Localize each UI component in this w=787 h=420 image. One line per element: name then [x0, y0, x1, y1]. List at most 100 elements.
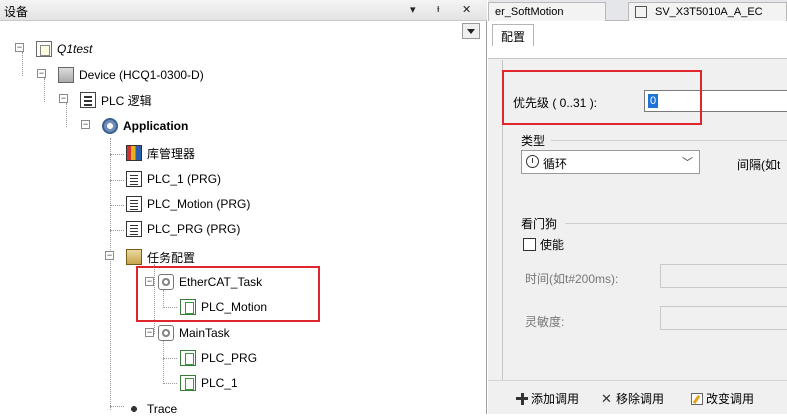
- device-icon: [58, 67, 74, 83]
- tree-item-trace[interactable]: Trace: [126, 398, 177, 420]
- tree-line: [22, 52, 23, 76]
- tree-item-label: PLC_PRG (PRG): [147, 222, 241, 236]
- application-icon: [102, 118, 118, 134]
- program-call-icon: [180, 375, 196, 391]
- chevron-down-icon: ﹀: [682, 157, 693, 169]
- enable-label: 使能: [540, 238, 565, 252]
- clock-icon: [526, 155, 539, 168]
- tree-item-label: 库管理器: [147, 146, 196, 161]
- add-call-label: 添加调用: [531, 392, 580, 406]
- editor-tabs: 配置: [488, 21, 787, 59]
- tree-item-program-call[interactable]: PLC_PRG: [180, 347, 257, 369]
- tree-line: [110, 138, 111, 410]
- collapse-icon[interactable]: −: [145, 328, 154, 337]
- close-icon: ✕: [601, 390, 612, 406]
- device-icon: [635, 6, 647, 18]
- enable-checkbox[interactable]: [523, 238, 536, 251]
- pou-icon: [126, 221, 142, 237]
- tree-item-label: Device (HCQ1-0300-D): [79, 68, 204, 82]
- edit-icon: [691, 392, 703, 405]
- sensitivity-input[interactable]: [660, 306, 787, 330]
- watchdog-group-label: 看门狗: [521, 217, 558, 231]
- tree-line: [44, 78, 45, 102]
- program-call-icon: [180, 350, 196, 366]
- tree-item-pou[interactable]: PLC_Motion (PRG): [126, 193, 250, 215]
- tree-item-pou[interactable]: PLC_1 (PRG): [126, 168, 221, 190]
- tree-item-project[interactable]: Q1test: [36, 38, 92, 60]
- tree-item-main-task[interactable]: MainTask: [158, 322, 230, 344]
- tree-dropdown-button[interactable]: [462, 23, 480, 39]
- collapse-icon[interactable]: −: [37, 69, 46, 78]
- tree-line: [110, 154, 124, 155]
- tab-config[interactable]: 配置: [492, 24, 535, 46]
- tree-item-label: PLC_1: [201, 376, 238, 390]
- tree-item-plc-logic[interactable]: PLC 逻辑: [80, 89, 152, 111]
- highlight-box: [502, 70, 702, 125]
- interval-label: 间隔(如t: [737, 158, 781, 172]
- tree-item-program-call[interactable]: PLC_1: [180, 372, 238, 394]
- sensitivity-label: 灵敏度:: [525, 315, 565, 329]
- collapse-icon[interactable]: −: [59, 94, 68, 103]
- tree-item-label: PLC_Motion (PRG): [147, 197, 251, 211]
- trace-icon: [126, 401, 142, 417]
- tree-item-label: PLC 逻辑: [101, 93, 152, 108]
- config-form: 优先级 ( 0..31 ): 0 类型 循环 ﹀ 间隔(如t 看门狗 使能 时间…: [502, 60, 787, 380]
- change-call-label: 改变调用: [706, 392, 755, 406]
- remove-call-button[interactable]: ✕ 移除调用: [601, 390, 664, 407]
- tree-line: [110, 406, 124, 407]
- type-select[interactable]: 循环 ﹀: [521, 150, 700, 174]
- remove-call-label: 移除调用: [616, 392, 665, 406]
- collapse-icon[interactable]: −: [81, 120, 90, 129]
- pou-icon: [126, 196, 142, 212]
- document-tab-label: er_SoftMotion: [495, 6, 564, 18]
- time-label: 时间(如t#200ms):: [525, 272, 619, 286]
- type-select-value: 循环: [543, 157, 568, 171]
- tree-item-label: PLC_PRG: [201, 351, 258, 365]
- tree-line: [163, 340, 164, 384]
- tree-item-label: 任务配置: [147, 250, 196, 265]
- panel-title: 设备: [4, 5, 29, 19]
- add-call-button[interactable]: 添加调用: [516, 390, 579, 407]
- tree-line: [163, 358, 177, 359]
- tree-line: [110, 230, 124, 231]
- pou-icon: [126, 171, 142, 187]
- collapse-icon[interactable]: −: [105, 251, 114, 260]
- time-input[interactable]: [660, 264, 787, 288]
- task-config-icon: [126, 249, 142, 265]
- dropdown-icon[interactable]: ▾: [410, 3, 416, 16]
- plus-icon: [516, 392, 528, 405]
- tree-item-label: PLC_1 (PRG): [147, 172, 222, 186]
- panel-header: 设备 ▾ ᵻ ✕: [0, 0, 487, 21]
- document-tab[interactable]: er_SoftMotion: [488, 2, 606, 21]
- tree-item-application[interactable]: Application: [102, 115, 188, 137]
- tree-line: [110, 180, 124, 181]
- call-toolbar: 添加调用 ✕ 移除调用 改变调用: [488, 380, 787, 414]
- tree-item-task-config[interactable]: 任务配置: [126, 246, 195, 268]
- close-icon[interactable]: ✕: [462, 3, 471, 16]
- plc-logic-icon: [80, 92, 96, 108]
- highlight-box: [136, 266, 320, 322]
- library-icon: [126, 145, 142, 161]
- tree-item-label: MainTask: [179, 326, 230, 340]
- document-tab-label: SV_X3T5010A_A_EC: [655, 6, 763, 18]
- device-tree-panel: 设备 ▾ ᵻ ✕ − Q1test − Device (HCQ1-0300-D)…: [0, 0, 487, 417]
- document-tab[interactable]: SV_X3T5010A_A_EC: [628, 2, 787, 21]
- tree-item-pou[interactable]: PLC_PRG (PRG): [126, 218, 240, 240]
- task-editor-panel: er_SoftMotion SV_X3T5010A_A_EC 配置 优先级 ( …: [488, 0, 787, 414]
- collapse-icon[interactable]: −: [15, 43, 24, 52]
- change-call-button[interactable]: 改变调用: [691, 390, 754, 407]
- tree-item-label: Application: [123, 119, 189, 133]
- tree-item-library-manager[interactable]: 库管理器: [126, 142, 195, 164]
- tab-label: 配置: [501, 30, 526, 44]
- document-tabs: er_SoftMotion SV_X3T5010A_A_EC: [488, 0, 787, 21]
- group-divider: [565, 223, 787, 224]
- type-group-label: 类型: [521, 134, 546, 148]
- tree-line: [110, 205, 124, 206]
- group-divider: [551, 140, 787, 141]
- pin-icon[interactable]: ᵻ: [437, 3, 439, 15]
- tree-item-device[interactable]: Device (HCQ1-0300-D): [58, 64, 204, 86]
- tree-line: [163, 383, 177, 384]
- task-icon: [158, 325, 174, 341]
- tree-line: [66, 103, 67, 127]
- project-icon: [36, 41, 52, 57]
